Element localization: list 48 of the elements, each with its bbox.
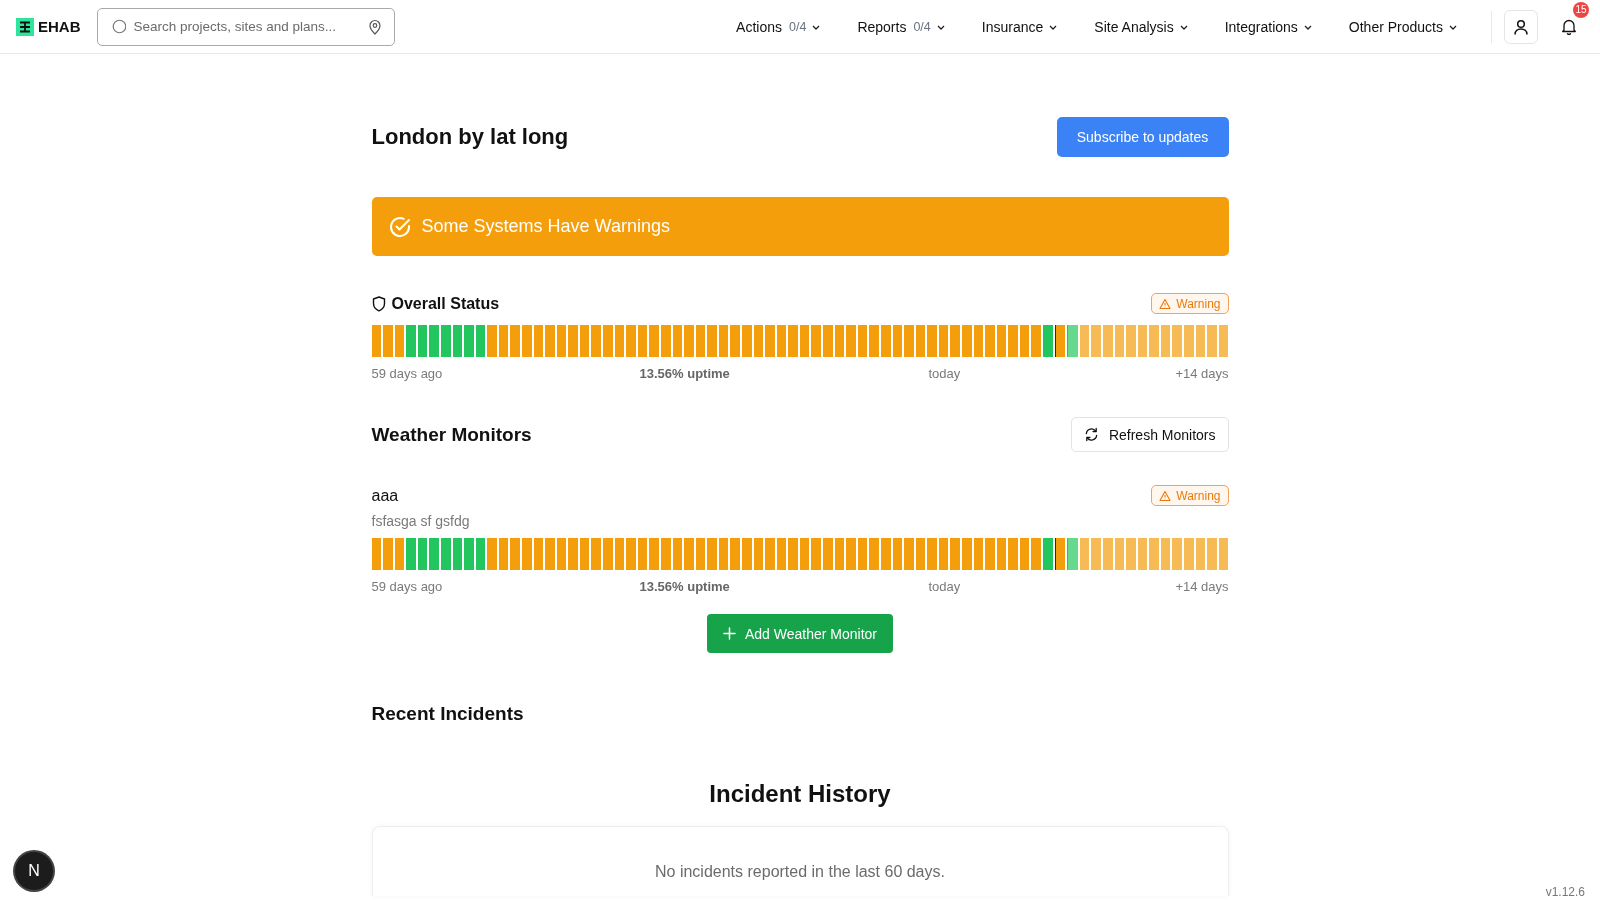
- nav-count: 0/4: [789, 19, 807, 34]
- nav-menu[interactable]: Actions 0/4: [717, 8, 839, 45]
- uptime-percentage: 13.56% uptime: [639, 579, 730, 594]
- logo-icon: [16, 17, 34, 36]
- circle-icon: [111, 19, 127, 34]
- bell-icon[interactable]: [1561, 18, 1577, 35]
- shield-icon: [371, 295, 386, 312]
- search-bar[interactable]: Search projects, sites and plans...: [96, 7, 395, 46]
- nav-menu[interactable]: Site Analysis: [1075, 8, 1206, 45]
- range-end-label: +14 days: [1175, 579, 1229, 596]
- incident-history-title: Incident History: [708, 780, 892, 808]
- user-button[interactable]: [1504, 9, 1538, 44]
- page-title: London by lat long: [371, 124, 569, 150]
- nav-menu[interactable]: Other Products: [1329, 8, 1475, 45]
- logo-text: EHAB: [38, 18, 81, 35]
- nav-menu[interactable]: Reports 0/4: [838, 8, 963, 45]
- range-start-label: 59 days ago: [371, 579, 443, 596]
- notification-count: 15: [1573, 1, 1589, 18]
- section-title: Overall Status: [391, 294, 500, 313]
- monitor-name: aaa: [371, 486, 399, 505]
- version-label: v1.12.6: [1545, 885, 1585, 899]
- status-badge: Warning: [1151, 293, 1229, 314]
- today-label: today: [928, 579, 961, 594]
- today-label: today: [928, 366, 961, 381]
- nav-menu[interactable]: Insurance: [962, 8, 1076, 45]
- section-heading: Weather Monitors: [371, 423, 532, 446]
- user-icon: [1512, 17, 1530, 36]
- status-badge: Warning: [1151, 485, 1229, 506]
- range-start-label: 59 days ago: [371, 366, 443, 383]
- uptime-day-bar[interactable]: [1054, 538, 1066, 570]
- warning-triangle-icon: [1159, 489, 1172, 502]
- nav-count: 0/4: [913, 19, 931, 34]
- uptime-percentage: 13.56% uptime: [639, 366, 730, 381]
- check-circle-icon: [387, 214, 412, 239]
- range-end-label: +14 days: [1175, 366, 1229, 383]
- banner-text: Some Systems Have Warnings: [421, 216, 670, 237]
- uptime-day-bar[interactable]: [1054, 325, 1066, 357]
- refresh-monitors-button[interactable]: Refresh Monitors: [1070, 417, 1229, 452]
- map-pin-icon: [367, 18, 382, 35]
- subscribe-button[interactable]: Subscribe to updates: [1056, 117, 1229, 157]
- monitor-description: fsfasga sf gsfdg: [371, 513, 471, 529]
- refresh-icon: [1083, 427, 1099, 442]
- nav-menu[interactable]: Integrations: [1205, 8, 1330, 45]
- section-heading: Recent Incidents: [371, 703, 525, 725]
- dev-tools-button[interactable]: N: [15, 852, 53, 890]
- empty-message: No incidents reported in the last 60 days.: [655, 863, 945, 882]
- plus-icon: [723, 627, 736, 640]
- warning-triangle-icon: [1159, 297, 1172, 310]
